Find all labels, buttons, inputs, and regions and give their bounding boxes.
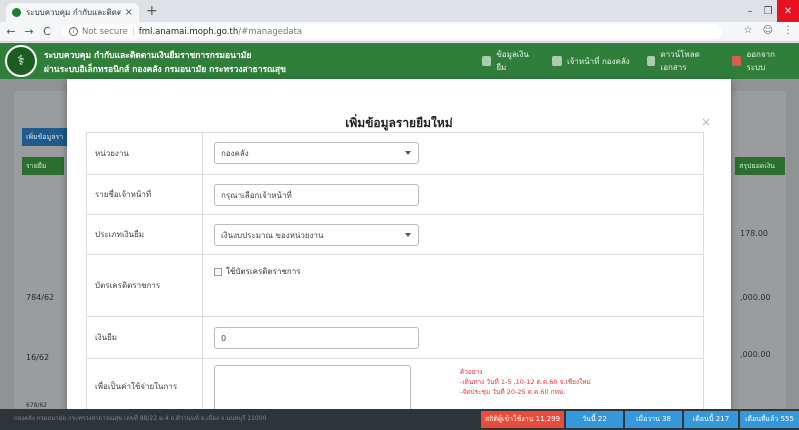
app-header: ⚕ ระบบควบคุม กำกับและติดตามเงินยืมราชการ… bbox=[0, 43, 799, 79]
department-select[interactable]: กองคลัง bbox=[214, 142, 419, 164]
menu-icon[interactable]: ⋮ bbox=[783, 25, 793, 36]
nav-logout[interactable]: ออกจากระบบ bbox=[724, 43, 799, 79]
officer-input[interactable]: กรุณาเลือกเจ้าหน้าที่ bbox=[214, 184, 419, 206]
amount-value: 0 bbox=[221, 333, 227, 343]
form-row-department: หน่วยงาน กองคลัง bbox=[86, 133, 704, 175]
department-label: หน่วยงาน bbox=[87, 133, 203, 174]
stat-today: วันนี้ 22 bbox=[566, 411, 623, 428]
nav-loan-data[interactable]: ข้อมูลเงินยืม bbox=[474, 43, 544, 79]
browser-tab[interactable]: ระบบควบคุม กำกับและติดตามเงินยืมฯ × bbox=[6, 3, 139, 22]
top-nav: ข้อมูลเงินยืม เจ้าหน้าที่ กองคลัง ดาวน์โ… bbox=[474, 43, 799, 79]
hint-line: -เดินทาง วันที่ 1-5 ,10-12 ต.ค.60 จ.เชีย… bbox=[460, 378, 591, 386]
address-bar: ← → C i Not secure | fml.anamai.moph.go.… bbox=[0, 22, 799, 42]
table-header-right: สรุปยอดเงิน bbox=[735, 157, 785, 175]
purpose-textarea[interactable] bbox=[214, 365, 411, 414]
modal-title: เพิ่มข้อมูลรายยืมใหม่ bbox=[345, 116, 453, 130]
brand-subtitle: ผ่านระบบอิเล็กทรอนิกส์ กองคลัง กรมอนามัย… bbox=[44, 65, 286, 75]
back-icon[interactable]: ← bbox=[4, 25, 18, 38]
hint-title: ตัวอย่าง bbox=[460, 368, 483, 376]
stat-last-month: เดือนที่แล้ว 555 bbox=[740, 411, 799, 428]
modal-close-icon[interactable]: × bbox=[701, 115, 711, 129]
credit-card-checkbox-label: ใช้บัตรเครดิตราชการ bbox=[226, 267, 301, 276]
url-host: fml.anamai.moph.go.th bbox=[138, 26, 239, 37]
officer-label: รายชื่อเจ้าหน้าที่ bbox=[87, 175, 203, 214]
department-value: กองคลัง bbox=[221, 148, 249, 158]
table-amount: ,000.00 bbox=[740, 293, 771, 302]
form-row-officer: รายชื่อเจ้าหน้าที่ กรุณาเลือกเจ้าหน้าที่ bbox=[86, 175, 704, 215]
info-icon[interactable]: i bbox=[69, 27, 78, 36]
loan-type-label: ประเภทเงินยืม bbox=[87, 215, 203, 254]
stat-yesterday: เมื่อวาน 38 bbox=[625, 411, 682, 428]
new-tab-button[interactable]: + bbox=[146, 3, 158, 19]
reload-icon[interactable]: C bbox=[40, 25, 54, 38]
account-icon[interactable]: ☺ bbox=[763, 25, 773, 36]
url-path: /#managedata bbox=[238, 26, 303, 37]
toolbar-icons: ☆ ☺ ⋮ bbox=[744, 25, 793, 36]
footer-text: กองคลัง กรมอนามัย กระทรวงสาธารณสุข เลขที… bbox=[14, 415, 267, 422]
nav-label: ข้อมูลเงินยืม bbox=[496, 50, 529, 72]
checkbox-box[interactable] bbox=[214, 267, 222, 276]
favicon-icon bbox=[12, 8, 21, 17]
loan-type-value: เงินงบประมาณ ของหน่วยงาน bbox=[221, 230, 324, 240]
credit-card-label: บัตรเครดิตราชการ bbox=[87, 255, 203, 316]
form-row-amount: เงินยืม 0 bbox=[86, 317, 704, 359]
amount-label: เงินยืม bbox=[87, 317, 203, 358]
loan-type-select[interactable]: เงินงบประมาณ ของหน่วยงาน bbox=[214, 224, 419, 246]
nav-label: ดาวน์โหลดเอกสาร bbox=[660, 50, 700, 72]
security-label: Not secure bbox=[82, 26, 128, 37]
document-icon bbox=[647, 56, 656, 66]
table-header-left: รายยืม bbox=[22, 157, 64, 175]
chevron-down-icon bbox=[405, 151, 411, 155]
nav-label: เจ้าหน้าที่ กองคลัง bbox=[567, 56, 630, 66]
tab-close-icon[interactable]: × bbox=[125, 7, 133, 18]
money-icon bbox=[482, 56, 492, 66]
tab-title: ระบบควบคุม กำกับและติดตามเงินยืมฯ bbox=[26, 8, 121, 17]
hint-line: -จัดประชุม วันที่ 20-25 ต.ค.60 กทม. bbox=[460, 388, 566, 396]
window-close-button[interactable]: ✕ bbox=[777, 0, 799, 22]
add-loan-modal: เพิ่มข้อมูลรายยืมใหม่ × หน่วยงาน กองคลัง… bbox=[67, 79, 731, 414]
minimize-button[interactable]: – bbox=[741, 0, 759, 22]
nav-finance-officer[interactable]: เจ้าหน้าที่ กองคลัง bbox=[544, 43, 639, 79]
forward-icon[interactable]: → bbox=[22, 25, 36, 38]
loan-form: หน่วยงาน กองคลัง รายชื่อเจ้าหน้าที่ กรุณ… bbox=[86, 132, 704, 414]
table-row-id: 784/62 bbox=[26, 292, 55, 302]
add-loan-button[interactable]: เพิ่มข้อมูลรา bbox=[22, 128, 68, 146]
amount-input[interactable]: 0 bbox=[214, 327, 419, 349]
table-amount: ,000.00 bbox=[740, 350, 771, 359]
nav-download-docs[interactable]: ดาวน์โหลดเอกสาร bbox=[639, 43, 724, 79]
logout-icon bbox=[732, 56, 742, 66]
url-separator: | bbox=[131, 26, 135, 37]
form-row-loan-type: ประเภทเงินยืม เงินงบประมาณ ของหน่วยงาน bbox=[86, 215, 704, 255]
purpose-hint: ตัวอย่าง -เดินทาง วันที่ 1-5 ,10-12 ต.ค.… bbox=[460, 367, 591, 397]
chevron-down-icon bbox=[405, 233, 411, 237]
officer-placeholder: กรุณาเลือกเจ้าหน้าที่ bbox=[221, 190, 292, 200]
star-icon[interactable]: ☆ bbox=[744, 25, 753, 36]
nav-label: ออกจากระบบ bbox=[746, 50, 775, 72]
page-footer: กองคลัง กรมอนามัย กระทรวงสาธารณสุข เลขที… bbox=[0, 409, 799, 430]
stat-this-month: เดือนนี้ 217 bbox=[684, 411, 738, 428]
purpose-label: เพื่อเป็นค่าใช้จ่ายในการ bbox=[87, 359, 203, 414]
url-input[interactable]: i Not secure | fml.anamai.moph.go.th /#m… bbox=[62, 24, 722, 39]
credit-card-checkbox[interactable]: ใช้บัตรเครดิตราชการ bbox=[214, 265, 301, 278]
browser-tab-bar: ระบบควบคุม กำกับและติดตามเงินยืมฯ × + – … bbox=[0, 0, 799, 22]
form-row-credit-card: บัตรเครดิตราชการ ใช้บัตรเครดิตราชการ bbox=[86, 255, 704, 317]
table-amount: 178.00 bbox=[740, 229, 768, 238]
brand-title: ระบบควบคุม กำกับและติดตามเงินยืมราชการกร… bbox=[44, 51, 252, 61]
stat-total-visitors: สถิติผู้เข้าใช้งาน 11,299 bbox=[481, 411, 564, 428]
table-row-id: 16/62 bbox=[26, 352, 50, 362]
logo-icon: ⚕ bbox=[5, 45, 37, 77]
window-controls: – ❐ ✕ bbox=[741, 0, 799, 22]
form-row-purpose: เพื่อเป็นค่าใช้จ่ายในการ ตัวอย่าง -เดินท… bbox=[86, 359, 704, 414]
user-icon bbox=[552, 56, 562, 66]
maximize-button[interactable]: ❐ bbox=[759, 0, 777, 22]
